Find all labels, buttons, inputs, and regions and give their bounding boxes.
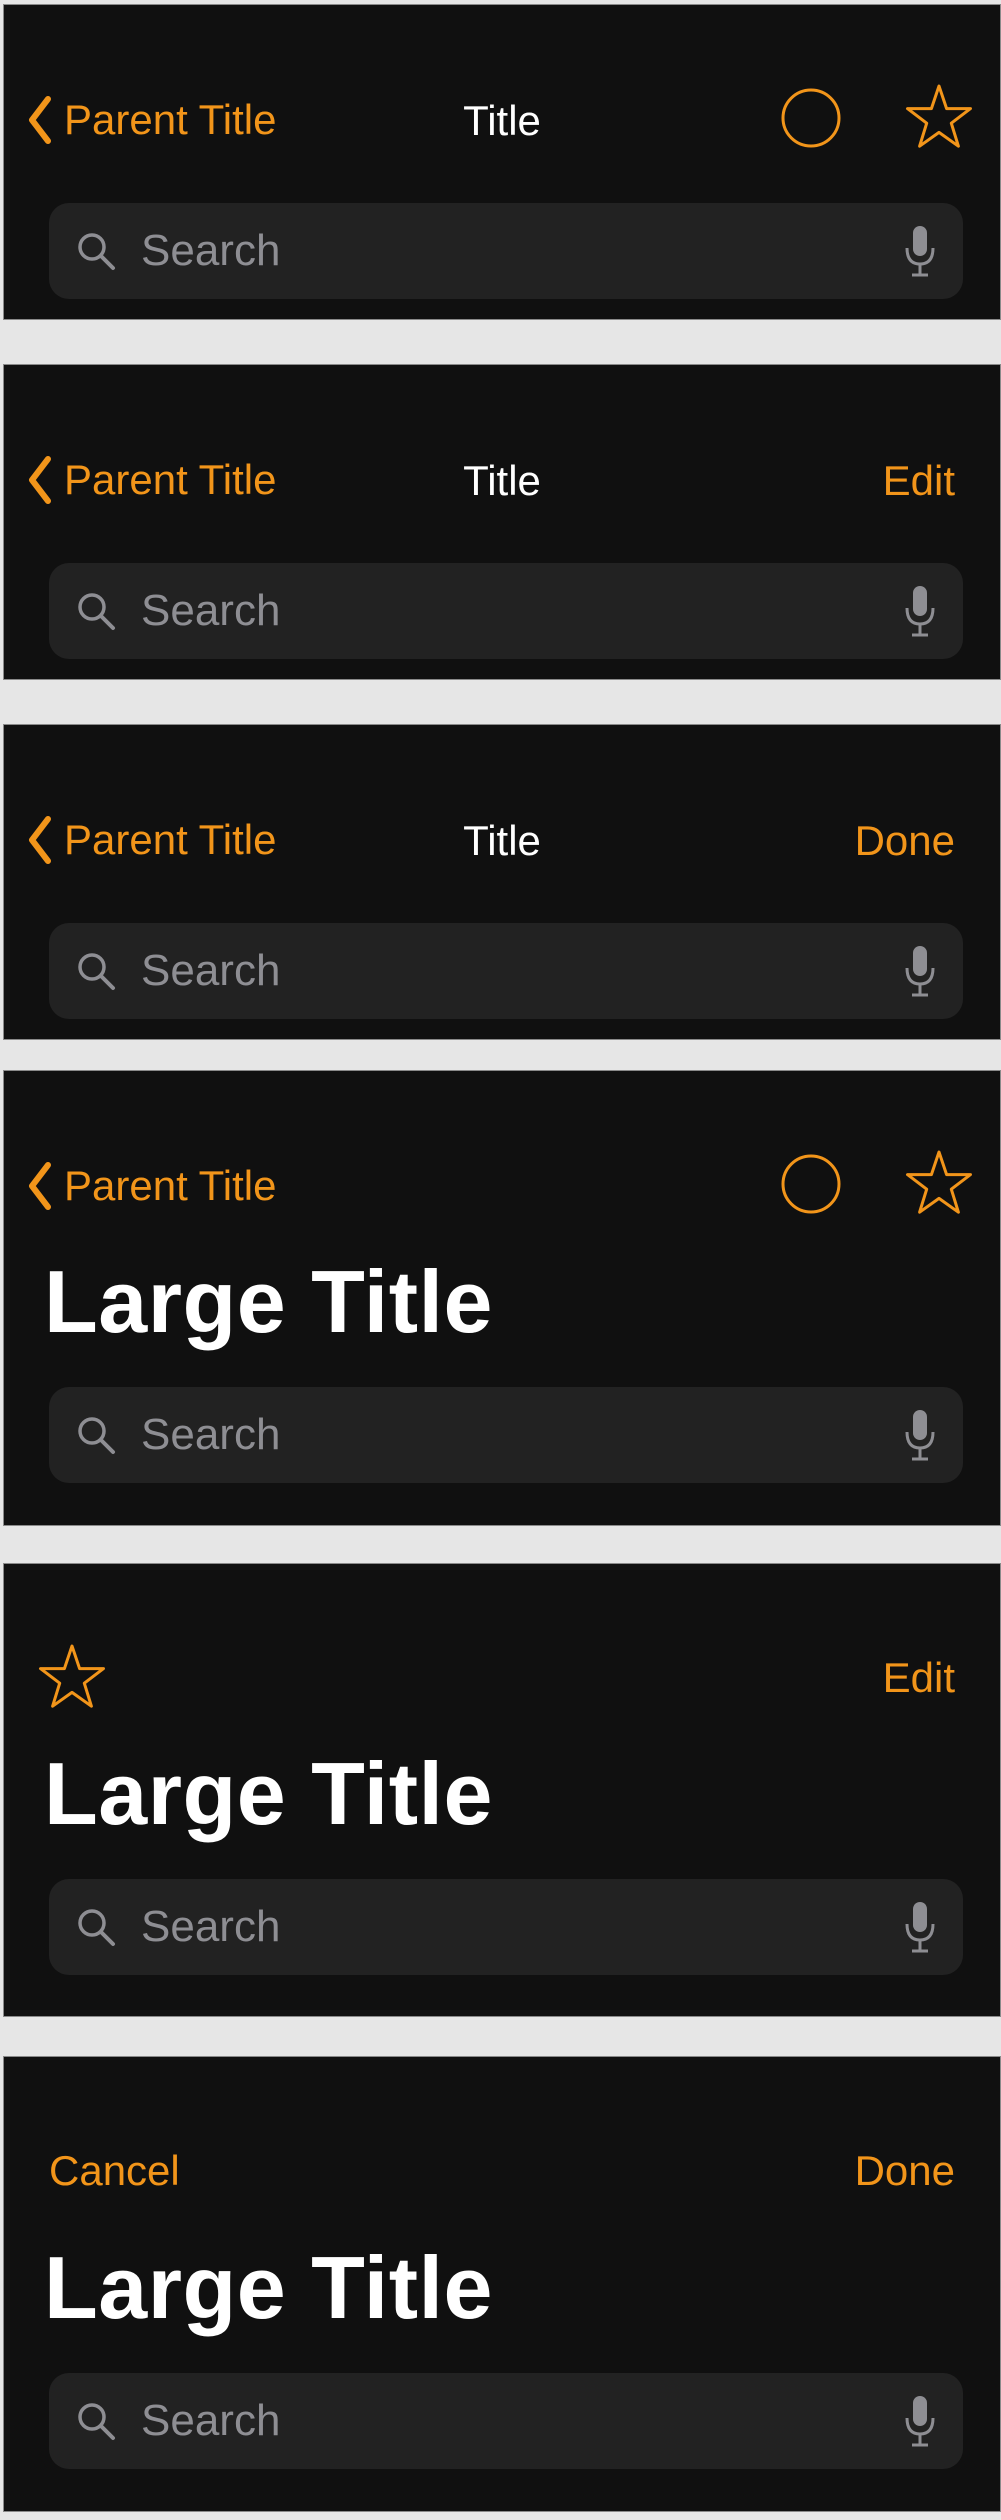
search-input[interactable] (139, 585, 903, 637)
microphone-icon[interactable] (903, 2394, 937, 2448)
page-title: Title (463, 817, 541, 864)
microphone-icon[interactable] (903, 584, 937, 638)
search-icon (78, 1417, 115, 1454)
large-title: Large Title (44, 2238, 493, 2337)
nav-bar-panel-3: Parent Title Title Done (3, 724, 1001, 1040)
microphone-icon[interactable] (903, 224, 937, 278)
nav-bar-panel-6: Cancel Done Large Title (3, 2056, 1001, 2512)
search-icon (78, 2403, 115, 2440)
search-bar[interactable] (49, 2373, 963, 2469)
star-icon[interactable] (38, 1644, 106, 1710)
cancel-button[interactable]: Cancel (49, 2147, 180, 2195)
search-input[interactable] (139, 1901, 903, 1953)
nav-bar-panel-2: Parent Title Title Edit (3, 364, 1001, 680)
circle-icon[interactable] (781, 88, 841, 148)
nav-bar-panel-1: Parent Title Title (3, 4, 1001, 320)
search-icon (78, 593, 115, 630)
search-input[interactable] (139, 2395, 903, 2447)
chevron-left-icon (29, 1162, 51, 1210)
circle-icon[interactable] (781, 1154, 841, 1214)
done-button[interactable]: Done (855, 817, 955, 865)
microphone-icon[interactable] (903, 1408, 937, 1462)
page-title: Title (463, 457, 541, 504)
back-label: Parent Title (64, 1162, 277, 1209)
star-icon[interactable] (905, 1150, 973, 1216)
search-icon (78, 953, 115, 990)
microphone-icon[interactable] (903, 1900, 937, 1954)
edit-button[interactable]: Edit (883, 457, 955, 505)
page-title: Title (463, 97, 541, 144)
search-bar[interactable] (49, 923, 963, 1019)
done-button[interactable]: Done (855, 2147, 955, 2195)
large-title: Large Title (44, 1744, 493, 1843)
search-input[interactable] (139, 1409, 903, 1461)
search-input[interactable] (139, 225, 903, 277)
nav-bar-panel-4: Parent Title Large Title (3, 1070, 1001, 1526)
star-icon[interactable] (905, 84, 973, 150)
nav-bar-panel-5: Edit Large Title (3, 1563, 1001, 2017)
large-title: Large Title (44, 1252, 493, 1351)
microphone-icon[interactable] (903, 944, 937, 998)
search-bar[interactable] (49, 1387, 963, 1483)
edit-button[interactable]: Edit (883, 1654, 955, 1702)
search-input[interactable] (139, 945, 903, 997)
back-button[interactable]: Parent Title (28, 1161, 276, 1211)
search-bar[interactable] (49, 203, 963, 299)
search-icon (78, 1909, 115, 1946)
search-bar[interactable] (49, 563, 963, 659)
search-icon (78, 233, 115, 270)
search-bar[interactable] (49, 1879, 963, 1975)
